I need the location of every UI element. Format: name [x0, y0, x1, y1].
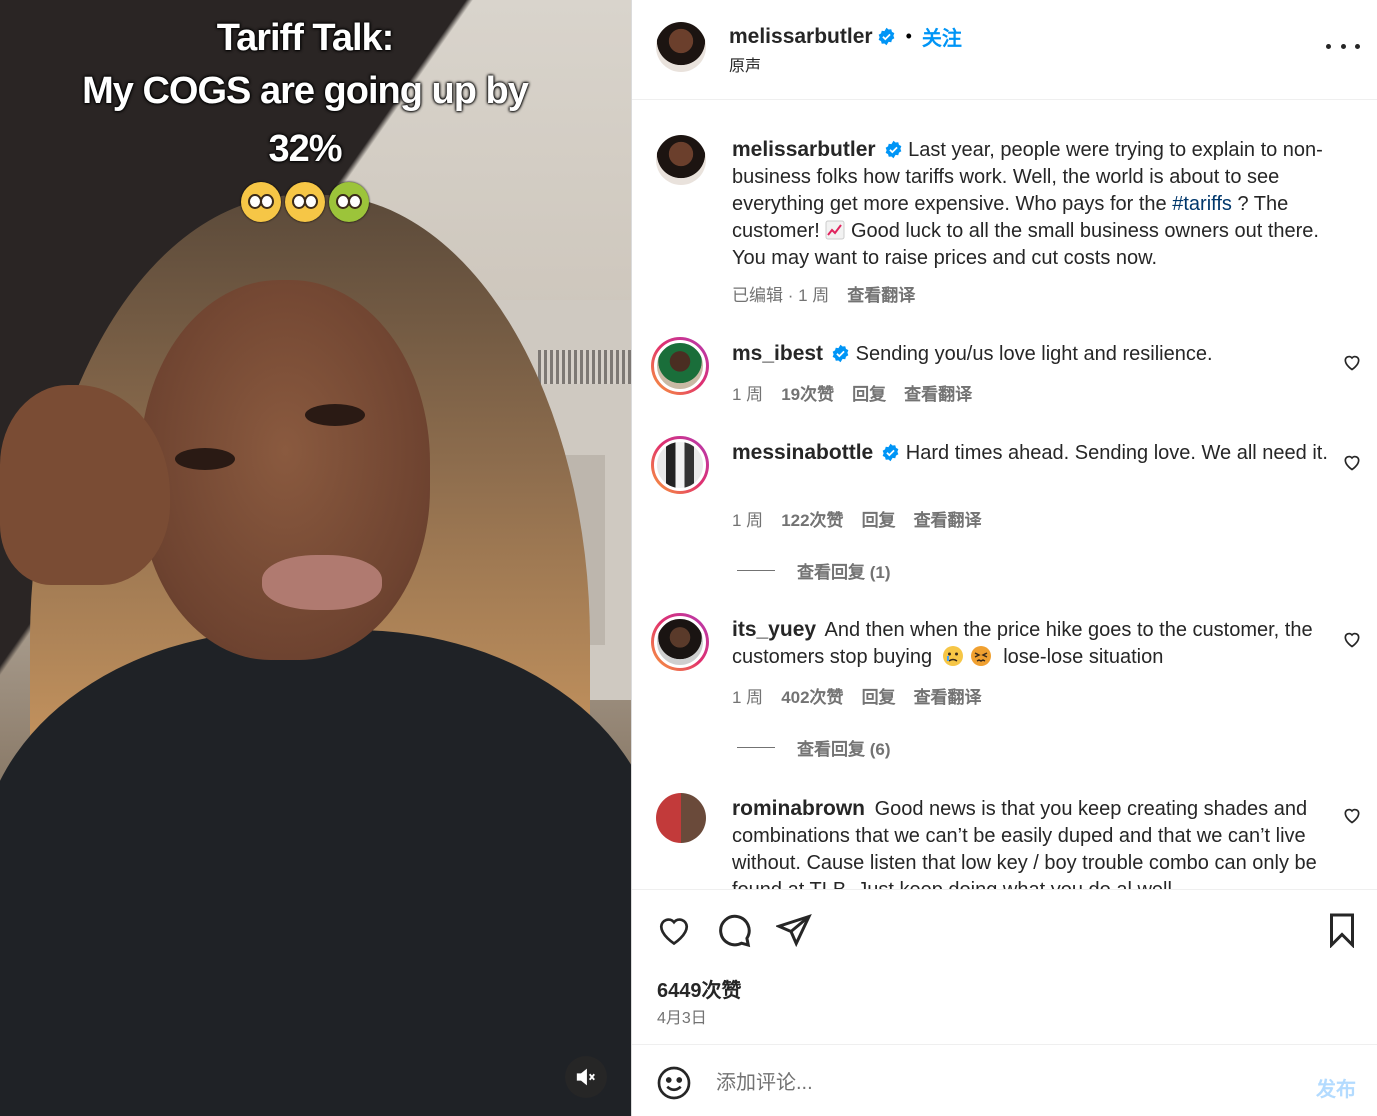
reply-button[interactable]: 回复	[862, 506, 896, 531]
flushed-face-emoji-icon	[241, 182, 281, 222]
comment-meta: 1 周 402次赞 回复 查看翻译	[732, 683, 982, 708]
save-bookmark-icon[interactable]	[1324, 912, 1360, 948]
comment-username[interactable]: its_yuey	[732, 618, 816, 641]
post-panel: melissarbutler • 关注 原声 melissarbutler La…	[631, 0, 1377, 1116]
comment-time: 1 周	[732, 688, 764, 707]
hashtag-link[interactable]: #tariffs	[1172, 193, 1232, 215]
caption-emojis	[60, 182, 550, 222]
comment-likes[interactable]: 19次赞	[781, 380, 834, 405]
author-username[interactable]: melissarbutler	[729, 25, 873, 49]
speaker-muted-icon	[576, 1068, 595, 1086]
caption-text: melissarbutler Last year, people were tr…	[732, 136, 1357, 272]
post-comment-button[interactable]: 发布	[1316, 1073, 1356, 1102]
original-audio-link[interactable]: 原声	[729, 52, 761, 76]
replies-divider	[737, 747, 775, 748]
post-header: melissarbutler • 关注 原声	[632, 0, 1377, 100]
author-avatar[interactable]	[656, 135, 706, 185]
video-caption: Tariff Talk: My COGS are going up by 32%	[60, 14, 550, 222]
video-eye	[175, 448, 235, 470]
comment-username[interactable]: rominabrown	[732, 797, 865, 820]
chart-increasing-emoji-icon	[825, 220, 845, 240]
commenter-avatar[interactable]	[651, 613, 709, 671]
video-eye	[305, 404, 365, 426]
post-actions: 6449次赞 4月3日	[632, 889, 1377, 1044]
comment-text: its_yuey And then when the price hike go…	[732, 616, 1357, 671]
follow-button[interactable]: 关注	[922, 22, 962, 51]
comment-body: Hard times ahead. Sending love. We all n…	[905, 442, 1328, 464]
caption-body-3: Good luck to all the small business owne…	[732, 220, 1319, 269]
commenter-avatar[interactable]	[656, 793, 706, 843]
comment-username[interactable]: ms_ibest	[732, 342, 823, 365]
reply-button[interactable]: 回复	[852, 380, 886, 405]
view-replies-button[interactable]: 查看回复 (6)	[737, 735, 891, 760]
more-dot-icon	[1355, 43, 1360, 49]
post-date: 4月3日	[657, 1010, 707, 1027]
verified-badge-icon	[878, 27, 894, 46]
comment-text: rominabrown Good news is that you keep c…	[732, 795, 1357, 889]
verified-badge-icon	[832, 344, 849, 363]
comment-likes[interactable]: 122次赞	[781, 506, 843, 531]
translate-link[interactable]: 查看翻译	[904, 380, 972, 405]
like-heart-icon[interactable]	[656, 912, 692, 948]
crying-face-emoji-icon	[942, 646, 963, 666]
translate-link[interactable]: 查看翻译	[847, 281, 915, 306]
pleading-face-emoji-icon	[285, 182, 325, 222]
comment-input[interactable]	[716, 1067, 1276, 1099]
comment-body: Sending you/us love light and resilience…	[855, 343, 1213, 365]
comment-username[interactable]: messinabottle	[732, 441, 873, 464]
commenter-avatar[interactable]	[651, 436, 709, 494]
persevering-face-emoji-icon	[970, 646, 991, 666]
header-author: melissarbutler • 关注	[729, 22, 962, 51]
caption-meta: 已编辑 · 1 周 查看翻译	[732, 281, 915, 306]
translate-link[interactable]: 查看翻译	[914, 683, 982, 708]
video-vent	[538, 350, 631, 384]
reply-button[interactable]: 回复	[862, 683, 896, 708]
emoji-smiley-icon[interactable]	[656, 1065, 692, 1101]
caption-line-2: My COGS are going up by 32%	[82, 70, 529, 170]
comment-composer: 发布	[632, 1044, 1377, 1116]
comment-time: 1 周	[732, 385, 764, 404]
reel-video[interactable]: Tariff Talk: My COGS are going up by 32%	[0, 0, 631, 1116]
view-replies-button[interactable]: 查看回复 (1)	[737, 558, 891, 583]
like-comment-heart-icon[interactable]	[1342, 452, 1362, 472]
verified-badge-icon	[882, 443, 899, 462]
verified-badge-icon	[885, 140, 901, 159]
replies-divider	[737, 570, 775, 571]
edited-timestamp: 已编辑 · 1 周	[732, 286, 830, 305]
comment-text: ms_ibest Sending you/us love light and r…	[732, 340, 1357, 368]
comment-likes[interactable]: 402次赞	[781, 683, 843, 708]
more-options-button[interactable]	[1326, 34, 1360, 58]
view-replies-label: 查看回复 (1)	[797, 563, 891, 582]
vomiting-face-emoji-icon	[329, 182, 369, 222]
like-comment-heart-icon[interactable]	[1342, 352, 1362, 372]
comment-meta: 1 周 122次赞 回复 查看翻译	[732, 506, 982, 531]
author-avatar[interactable]	[656, 22, 706, 72]
commenter-avatar[interactable]	[651, 337, 709, 395]
translate-link[interactable]: 查看翻译	[914, 506, 982, 531]
likes-count[interactable]: 6449次赞	[657, 974, 742, 1003]
share-paper-plane-icon[interactable]	[776, 912, 812, 948]
comment-text: messinabottle Hard times ahead. Sending …	[732, 439, 1357, 467]
comment-meta: 1 周 19次赞 回复 查看翻译	[732, 380, 972, 405]
more-dot-icon	[1340, 43, 1346, 49]
comment-bubble-icon[interactable]	[716, 912, 752, 948]
mute-button[interactable]	[565, 1056, 607, 1098]
video-shirt	[0, 630, 631, 1116]
like-comment-heart-icon[interactable]	[1342, 805, 1362, 825]
comment-body-end: lose-lose situation	[1003, 646, 1164, 668]
comments-list[interactable]: melissarbutler Last year, people were tr…	[632, 101, 1377, 889]
caption-username[interactable]: melissarbutler	[732, 138, 876, 161]
caption-line-1: Tariff Talk:	[216, 17, 395, 59]
view-replies-label: 查看回复 (6)	[797, 740, 891, 759]
like-comment-heart-icon[interactable]	[1342, 629, 1362, 649]
separator-dot: •	[905, 26, 912, 46]
more-dot-icon	[1326, 43, 1331, 49]
video-lips	[262, 555, 382, 610]
comment-time: 1 周	[732, 511, 764, 530]
